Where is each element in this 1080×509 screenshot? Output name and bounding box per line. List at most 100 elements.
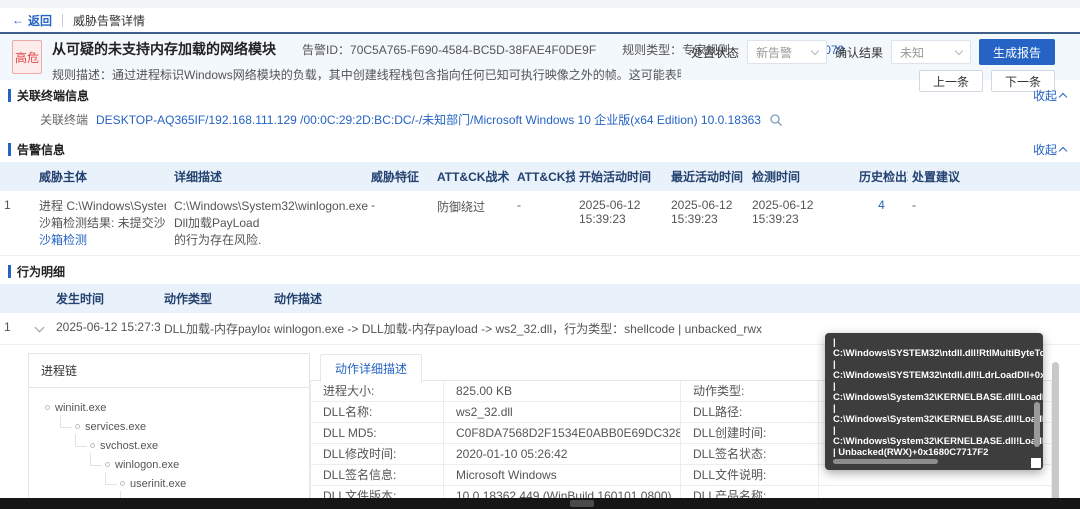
tree-connector [90,452,102,466]
chevron-down-icon [954,46,964,55]
detail-value: ws2_32.dll [444,402,681,423]
section-marker [8,143,11,156]
tooltip-horizontal-scrollbar[interactable] [833,459,938,464]
detail-label: DLL签名信息: [311,465,444,486]
threat-subject-cell: 进程 C:\Windows\System32\winlo... 沙箱检测结果: … [35,191,170,256]
detail-value: 825.00 KB [444,381,681,402]
tooltip-scrollbar-corner [1031,458,1041,468]
detail-label: DLL路径: [681,402,819,423]
last-time-cell: 2025-06-12 15:39:23 [667,191,748,256]
confirm-result-select[interactable]: 未知 [890,40,971,64]
detail-label: DLL名称: [311,402,444,423]
terminal-section-title: 关联终端信息 [17,89,90,103]
detail-value: Microsoft Windows [444,465,681,486]
row-index: 1 [0,313,28,345]
generate-report-button[interactable]: 生成报告 [978,39,1055,65]
rule-description: 规则描述：通过进程标识Windows网络模块的负载，其中创建线程栈包含指向任何已… [52,68,681,82]
back-button[interactable]: ← 返回 [12,12,52,29]
alert-info-table: 威胁主体 详细描述 威胁特征 ATT&CK战术 ATT&CK技术 开始活动时间 … [0,162,1080,256]
detail-label: DLL修改时间: [311,444,444,465]
node-circle-icon [45,405,50,410]
col-header: 动作类型 [160,284,270,313]
severity-badge: 高危 [12,40,42,74]
col-header: 检测时间 [748,162,855,191]
tree-connector [60,414,72,428]
process-node[interactable]: userinit.exe [105,471,309,493]
col-header: 处置建议 [908,162,1080,191]
suggestion-cell: - [908,191,1080,256]
detail-label: DLL MD5: [311,423,444,444]
detail-label: DLL签名状态: [681,444,819,465]
col-header: 威胁主体 [35,162,170,191]
col-header: ATT&CK技术 [513,162,589,191]
section-marker [8,265,11,278]
chevron-up-icon [1058,92,1068,101]
collapse-terminal-link[interactable]: 收起 [1033,87,1068,104]
bottom-dark-bar [0,498,1080,509]
behavior-section-title: 行为明细 [17,265,66,279]
nav-divider [62,13,64,27]
alert-summary-box: 高危 从可疑的未支持内存加载的网络模块 告警ID：70C5A765-F690-4… [0,34,1080,92]
confirm-result-label: 确认结果 [834,45,883,60]
action-type-cell: DLL加载-内存payload [160,313,270,345]
process-chain-title: 进程链 [29,354,309,388]
detail-desc-cell: C:\Windows\System32\winlogon.exe Dll加载Pa… [170,191,368,256]
section-marker [8,89,11,102]
expand-row-chevron-icon[interactable] [34,322,45,333]
col-header: ATT&CK战术 [433,162,513,191]
detail-label: 动作类型: [681,381,819,402]
col-header: 发生时间 [52,284,160,313]
tab-action-detail[interactable]: 动作详细描述 [320,354,423,383]
node-circle-icon [120,481,125,486]
top-navbar: ← 返回 威胁告警详情 [0,8,1080,34]
node-circle-icon [105,462,110,467]
alert-id: 告警ID：70C5A765-F690-4584-BC5D-38FAE4F0DE9… [302,42,597,57]
tree-connector [75,433,87,447]
chevron-up-icon [1058,146,1068,155]
alert-info-section-header: 告警信息 收起 [0,134,1080,162]
process-node[interactable]: services.exe [60,414,309,436]
process-tree: wininit.exe services.exe svchost.exe win… [29,388,309,509]
attck-technique-cell: - [513,191,575,256]
tooltip-vertical-scrollbar[interactable] [1034,402,1040,447]
window-top-strip [0,0,1080,8]
process-node[interactable]: svchost.exe [75,433,309,455]
panel-vertical-scrollbar[interactable] [1052,362,1059,502]
col-header: 动作描述 [270,284,1080,313]
detail-value: C0F8DA7568D2F1534E0ABB0E69DC3280 [444,423,681,444]
detect-time-cell: 2025-06-12 15:39:23 [748,191,855,256]
search-icon[interactable] [769,113,783,127]
row-index: 1 [0,191,35,256]
history-count-link[interactable]: 4 [878,198,885,212]
col-header: 开始活动时间 [575,162,667,191]
sandbox-detect-link[interactable]: 沙箱检测 [39,233,87,247]
threat-feature-cell: - [367,191,433,256]
col-header: 详细描述 [170,162,367,191]
back-arrow-icon: ← [12,13,24,27]
process-node[interactable]: wininit.exe [45,398,309,417]
node-circle-icon [75,424,80,429]
dispose-status-label: 处置状态 [690,45,739,60]
chevron-down-icon [810,46,820,55]
tree-connector [105,471,117,485]
start-time-cell: 2025-06-12 15:39:23 [575,191,667,256]
previous-button[interactable]: 上一条 [918,70,983,92]
terminal-info-link[interactable]: DESKTOP-AQ365IF/192.168.111.129 /00:0C:2… [96,111,761,128]
page-title: 威胁告警详情 [73,13,146,28]
node-circle-icon [90,443,95,448]
process-node[interactable]: winlogon.exe [90,452,309,474]
detail-value: 2020-01-10 05:26:42 [444,444,681,465]
detail-label: DLL创建时间: [681,423,819,444]
dispose-status-select[interactable]: 新告警 [746,40,827,64]
collapse-alert-info-link[interactable]: 收起 [1033,141,1068,158]
col-header: 历史检出次数 [855,162,931,191]
call-stack-tooltip: | C:\Windows\SYSTEM32\ntdll.dll!RtlMulti… [825,333,1043,470]
alert-info-section-title: 告警信息 [17,143,66,157]
process-chain-panel: 进程链 wininit.exe services.exe svchost.exe… [28,353,310,509]
alert-title: 从可疑的未支持内存加载的网络模块 [52,41,276,57]
attck-tactic-cell: 防御绕过 [433,191,513,256]
terminal-label: 关联终端 [40,113,89,127]
col-header: 威胁特征 [367,162,433,191]
bottom-scrollbar-thumb[interactable] [570,500,594,507]
occur-time-cell: 2025-06-12 15:27:35 [52,313,160,345]
